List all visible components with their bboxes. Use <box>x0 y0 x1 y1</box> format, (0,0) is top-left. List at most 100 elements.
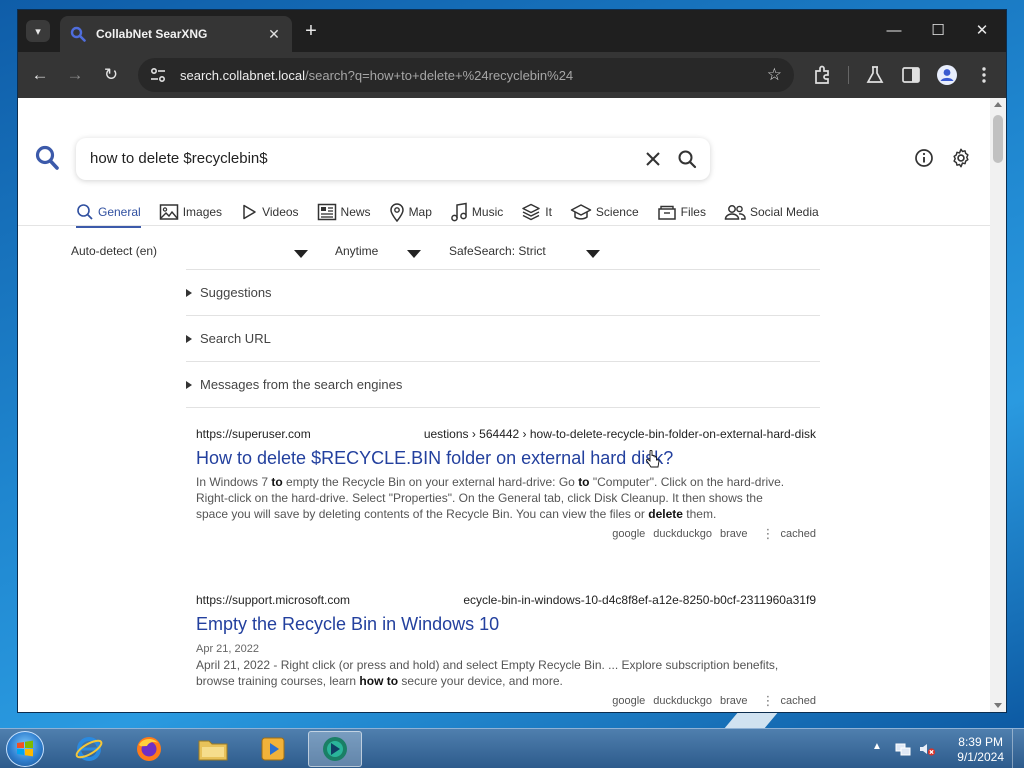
search-url-toggle[interactable]: Search URL <box>186 315 820 361</box>
tab-music[interactable]: Music <box>450 200 503 224</box>
taskbar-firefox[interactable] <box>122 731 176 767</box>
back-arrow-icon[interactable]: ← <box>27 62 53 88</box>
school-icon <box>570 204 592 220</box>
tray-expand-icon[interactable]: ▲ <box>872 741 882 752</box>
settings-gear-icon[interactable] <box>950 147 972 169</box>
address-bar[interactable]: search.collabnet.local/search?q=how+to+d… <box>138 58 794 92</box>
result-snippet: In Windows 7 to empty the Recycle Bin on… <box>196 474 796 522</box>
more-vertical-icon[interactable]: ⋮ <box>762 526 775 542</box>
taskbar-file-explorer[interactable] <box>186 731 240 767</box>
time-range-select[interactable]: Anytime <box>335 244 378 258</box>
maximize-icon[interactable]: ☐ <box>920 18 956 44</box>
cached-link[interactable]: cached <box>781 528 816 540</box>
result-engines: google duckduckgo brave ⋮ cached <box>196 693 816 709</box>
layers-icon <box>522 203 540 221</box>
bookmark-star-icon[interactable]: ☆ <box>767 65 782 85</box>
result-title-link[interactable]: How to delete $RECYCLE.BIN folder on ext… <box>196 448 816 469</box>
expand-triangle-icon <box>186 288 192 297</box>
internet-explorer-icon <box>75 737 103 761</box>
tab-label: Map <box>408 205 432 219</box>
snippet-text: them. <box>682 507 717 521</box>
tab-images[interactable]: Images <box>159 200 222 224</box>
site-info-icon[interactable] <box>148 65 168 85</box>
searxng-logo-icon[interactable] <box>34 144 60 172</box>
taskbar-internet-explorer[interactable] <box>62 731 116 767</box>
safesearch-select[interactable]: SafeSearch: Strict <box>449 244 546 258</box>
scroll-thumb[interactable] <box>993 115 1003 163</box>
suggestions-toggle[interactable]: Suggestions <box>186 269 820 315</box>
browser-window: ▾ CollabNet SearXNG ✕ + — ☐ ✕ ← → ↻ sear… <box>18 10 1006 712</box>
tab-it[interactable]: It <box>521 200 552 224</box>
scroll-up-icon[interactable] <box>994 102 1002 107</box>
windows-logo-icon <box>17 740 33 757</box>
more-vertical-icon[interactable]: ⋮ <box>762 693 775 709</box>
tab-general[interactable]: General <box>76 200 141 228</box>
engine-label: google <box>612 695 646 707</box>
snippet-highlight: to <box>578 475 590 489</box>
result-details-panel: Suggestions Search URL Messages from the… <box>186 269 820 408</box>
tab-label: Images <box>182 205 223 219</box>
scroll-down-icon[interactable] <box>994 703 1002 708</box>
result-url-host: https://support.microsoft.com <box>196 593 351 607</box>
engine-label: brave <box>719 695 748 707</box>
taskbar-media-player[interactable] <box>246 731 300 767</box>
search-result: https://support.microsoft.com ecycle-bin… <box>196 593 816 709</box>
result-title-link[interactable]: Empty the Recycle Bin in Windows 10 <box>196 614 816 635</box>
browser-toolbar: ← → ↻ search.collabnet.local/search?q=ho… <box>18 52 1006 98</box>
searxng-favicon-icon <box>70 26 86 42</box>
side-panel-icon[interactable] <box>900 64 922 86</box>
result-url[interactable]: https://support.microsoft.com ecycle-bin… <box>196 593 816 607</box>
info-icon[interactable] <box>914 148 934 168</box>
tab-title: CollabNet SearXNG <box>96 27 208 41</box>
safesearch-dropdown-arrow-icon[interactable] <box>586 250 600 258</box>
search-box[interactable]: how to delete $recyclebin$ <box>76 138 710 180</box>
start-button[interactable] <box>6 731 44 767</box>
tab-files[interactable]: Files <box>657 200 706 224</box>
cached-link[interactable]: cached <box>781 695 816 707</box>
result-url[interactable]: https://superuser.com uestions › 564442 … <box>196 427 816 441</box>
tab-label: Social Media <box>749 205 819 219</box>
clear-search-icon[interactable] <box>642 148 664 170</box>
network-icon[interactable] <box>894 740 912 758</box>
tab-map[interactable]: Map <box>389 200 432 224</box>
engine-messages-toggle[interactable]: Messages from the search engines <box>186 361 820 407</box>
folder-icon <box>198 740 228 761</box>
language-dropdown-arrow-icon[interactable] <box>294 250 308 258</box>
forward-arrow-icon[interactable]: → <box>62 62 88 88</box>
play-icon <box>243 204 256 220</box>
reload-icon[interactable]: ↻ <box>98 62 124 88</box>
image-icon <box>159 204 178 220</box>
search-submit-icon[interactable] <box>676 148 698 170</box>
minimize-icon[interactable]: — <box>876 18 912 44</box>
page-scrollbar[interactable] <box>990 98 1006 712</box>
browser-tab[interactable]: CollabNet SearXNG ✕ <box>60 16 292 52</box>
tab-label: News <box>340 205 371 219</box>
snippet-text: secure your device, and more. <box>398 674 563 688</box>
engine-label: duckduckgo <box>653 528 712 540</box>
language-select[interactable]: Auto-detect (en) <box>71 244 157 258</box>
tab-social-media[interactable]: Social Media <box>724 200 819 224</box>
tab-label: It <box>545 205 552 219</box>
tab-close-icon[interactable]: ✕ <box>266 26 282 43</box>
tab-label: Music <box>471 205 504 219</box>
new-tab-icon[interactable]: + <box>300 20 322 42</box>
snippet-text: empty the Recycle Bin on your external h… <box>282 475 579 489</box>
profile-avatar-icon[interactable] <box>936 64 958 86</box>
tab-news[interactable]: News <box>317 200 371 224</box>
mouse-cursor-icon <box>646 450 660 468</box>
window-close-icon[interactable]: ✕ <box>964 18 1000 44</box>
tab-search-dropdown-icon[interactable]: ▾ <box>26 20 50 42</box>
volume-muted-icon[interactable] <box>918 740 936 758</box>
result-date: Apr 21, 2022 <box>196 643 259 655</box>
result-url-path: ecycle-bin-in-windows-10-d4c8f8ef-a12e-8… <box>463 593 816 607</box>
extensions-icon[interactable] <box>812 64 834 86</box>
tab-videos[interactable]: Videos <box>240 200 299 224</box>
taskbar-clock[interactable]: 8:39 PM 9/1/2024 <box>957 735 1004 765</box>
labs-flask-icon[interactable] <box>864 64 886 86</box>
time-dropdown-arrow-icon[interactable] <box>407 250 421 258</box>
menu-kebab-icon[interactable] <box>973 64 995 86</box>
show-desktop-button[interactable] <box>1012 729 1024 768</box>
search-input[interactable]: how to delete $recyclebin$ <box>90 150 268 167</box>
taskbar-active-app[interactable] <box>308 731 362 767</box>
tab-science[interactable]: Science <box>570 200 639 224</box>
